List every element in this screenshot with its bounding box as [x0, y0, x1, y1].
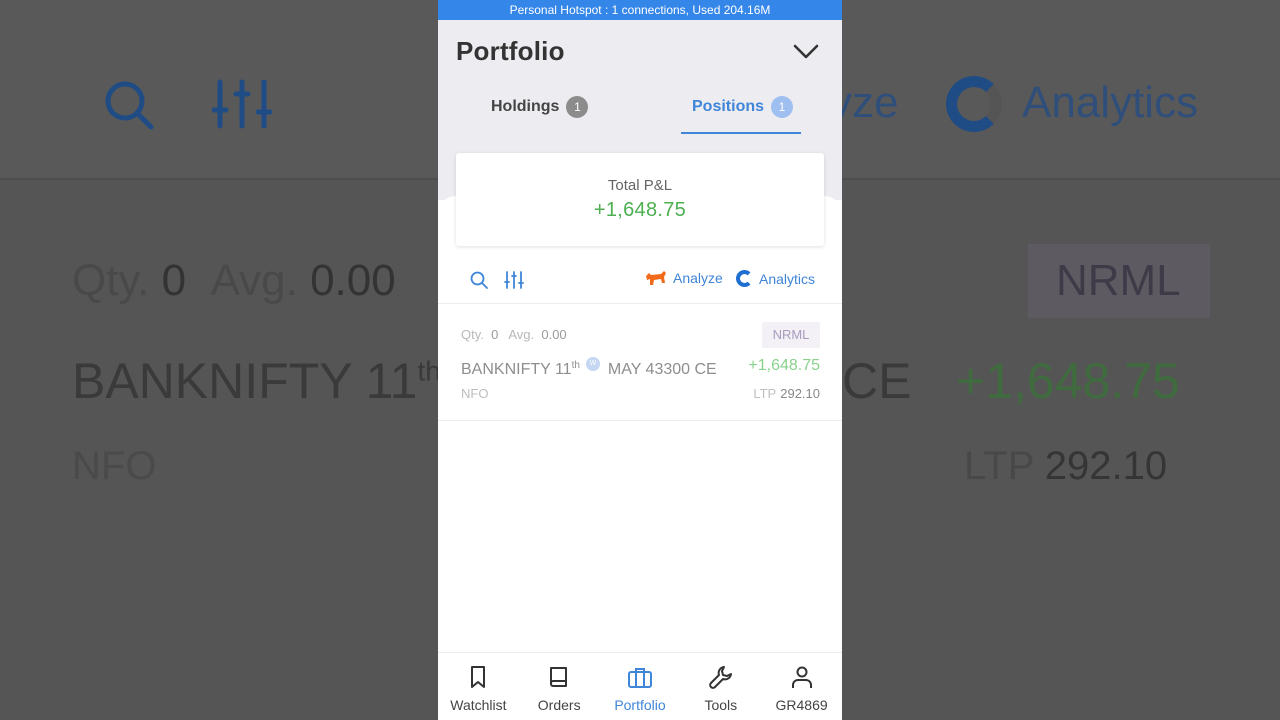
chevron-down-icon[interactable] [792, 40, 820, 64]
background-analytics-icon [946, 76, 1002, 132]
bull-icon [646, 271, 666, 285]
positions-count-badge: 1 [771, 96, 794, 118]
total-pnl-card: Total P&L +1,648.75 [456, 153, 824, 246]
analytics-label: Analytics [759, 270, 816, 287]
nav-tools[interactable]: Tools [680, 653, 761, 720]
total-pnl-value: +1,648.75 [593, 199, 687, 221]
nav-portfolio-label: Portfolio [614, 697, 666, 713]
weekly-expiry-badge: W [585, 357, 600, 371]
page-title: Portfolio [456, 36, 565, 66]
background-pnl: +1,648.75 [956, 353, 1180, 409]
search-icon[interactable] [469, 270, 489, 290]
total-pnl-label: Total P&L [607, 177, 673, 194]
nav-orders[interactable]: Orders [519, 653, 600, 720]
tab-holdings[interactable]: Holdings 1 [491, 96, 589, 118]
briefcase-icon [627, 668, 652, 688]
position-qty-avg: Qty. 0 Avg. 0.00 [461, 327, 567, 342]
background-symbol-tail: CE [842, 353, 912, 409]
position-ltp: LTP 292.10 [753, 386, 820, 401]
tab-holdings-label: Holdings [491, 98, 560, 115]
background-symbol: BANKNIFTY 11th [72, 353, 441, 409]
nav-account-label: GR4869 [775, 697, 828, 713]
book-icon [550, 667, 568, 687]
nav-tools-label: Tools [704, 697, 738, 713]
background-qty-avg: Qty. 0 Avg. 0.00 [72, 256, 396, 305]
background-exchange: NFO [72, 444, 157, 488]
wrench-icon [708, 666, 732, 689]
position-symbol: BANKNIFTY 11th W MAY 43300 CE [461, 357, 717, 379]
analytics-icon [736, 270, 753, 287]
nav-account[interactable]: GR4869 [761, 653, 842, 720]
active-tab-indicator [681, 132, 801, 134]
phone-screen: Personal Hotspot : 1 connections, Used 2… [438, 0, 842, 720]
analyze-label: Analyze [673, 270, 723, 286]
background-product: NRML [1056, 256, 1181, 305]
background-analytics-text: Analytics [1022, 78, 1199, 127]
nav-orders-label: Orders [537, 697, 581, 713]
nav-portfolio[interactable]: Portfolio [600, 653, 681, 720]
analytics-button[interactable]: Analytics [736, 270, 815, 287]
tab-positions-label: Positions [692, 98, 765, 115]
positions-toolbar: Analyze Analytics [438, 258, 842, 304]
user-icon [791, 666, 812, 688]
product-type-badge: NRML [762, 322, 820, 348]
filter-sliders-icon[interactable] [504, 270, 524, 290]
bookmark-icon [471, 666, 486, 688]
position-pnl: +1,648.75 [748, 357, 820, 374]
tab-positions[interactable]: Positions 1 [692, 96, 794, 118]
hotspot-status-bar: Personal Hotspot : 1 connections, Used 2… [438, 0, 842, 20]
nav-watchlist-label: Watchlist [450, 697, 507, 713]
bottom-navigation: Watchlist Orders Portfolio Tools GR4869 [438, 652, 842, 720]
background-ltp: LTP 292.10 [964, 444, 1168, 488]
position-exchange: NFO [461, 386, 489, 401]
background-filter-icon [212, 79, 272, 129]
nav-watchlist[interactable]: Watchlist [438, 653, 519, 720]
holdings-count-badge: 1 [566, 96, 589, 118]
analyze-button[interactable]: Analyze [645, 270, 723, 286]
background-search-icon [105, 81, 154, 130]
position-item[interactable]: Qty. 0 Avg. 0.00 NRML BANKNIFTY 11th W MAY … [438, 305, 842, 421]
